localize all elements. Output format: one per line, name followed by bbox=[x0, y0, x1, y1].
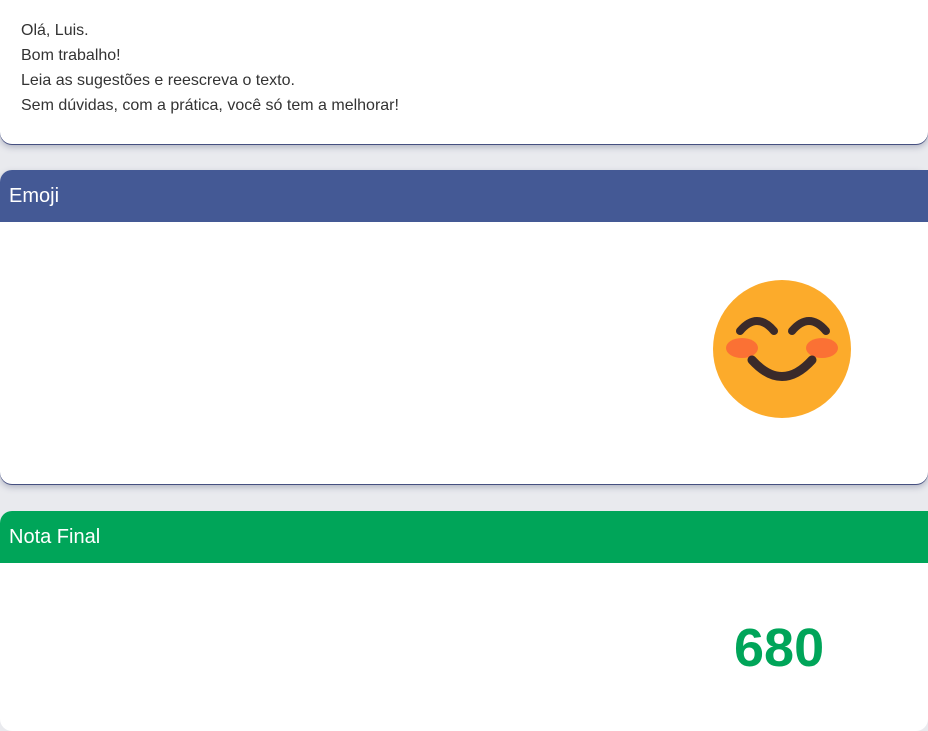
grade-header: Nota Final bbox=[0, 511, 928, 563]
final-grade-value: 680 bbox=[734, 618, 825, 678]
greeting-line: Olá, Luis. bbox=[21, 22, 89, 39]
grade-card: Nota Final 680 bbox=[0, 511, 928, 731]
instruction-line: Leia as sugestões e reescreva o texto. bbox=[21, 72, 295, 89]
encouragement-line: Sem dúvidas, com a prática, você só tem … bbox=[21, 97, 399, 114]
smiling-face-with-smiling-eyes-icon bbox=[713, 280, 851, 418]
feedback-message: Olá, Luis. Bom trabalho! Leia as sugestõ… bbox=[21, 18, 399, 118]
emoji-card: Emoji bbox=[0, 170, 928, 484]
emoji-header: Emoji bbox=[0, 170, 928, 222]
praise-line: Bom trabalho! bbox=[21, 47, 121, 64]
feedback-card: Olá, Luis. Bom trabalho! Leia as sugestõ… bbox=[0, 0, 928, 144]
